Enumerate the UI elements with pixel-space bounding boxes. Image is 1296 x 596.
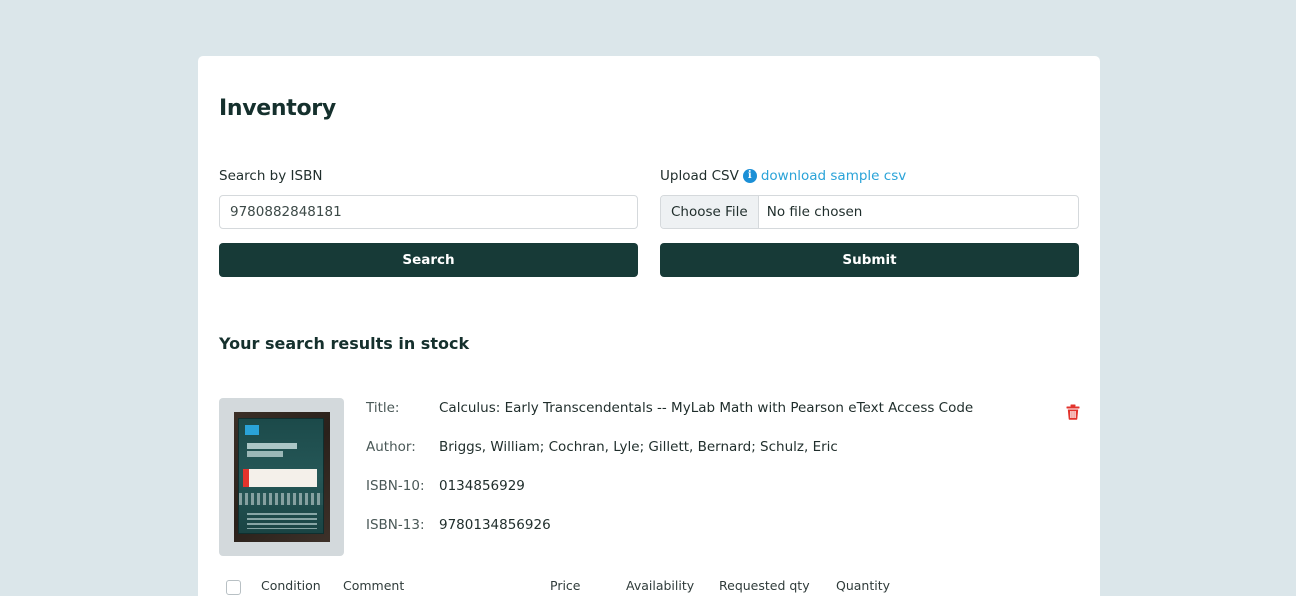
select-all-checkbox[interactable]	[226, 580, 241, 595]
choose-file-button[interactable]: Choose File	[661, 196, 759, 228]
trash-icon[interactable]	[1066, 404, 1080, 420]
col-quantity: Quantity	[836, 578, 891, 593]
upload-label: Upload CSV	[660, 168, 739, 184]
info-icon: i	[742, 169, 757, 183]
download-sample-csv-link[interactable]: download sample csv	[761, 168, 906, 184]
book-author: Briggs, William; Cochran, Lyle; Gillett,…	[439, 439, 838, 455]
isbn13-label: ISBN-13:	[366, 517, 425, 533]
search-button[interactable]: Search	[219, 243, 638, 277]
isbn-search-input[interactable]	[219, 195, 638, 229]
isbn10-label: ISBN-10:	[366, 478, 425, 494]
submit-button[interactable]: Submit	[660, 243, 1079, 277]
col-comment: Comment	[343, 578, 405, 593]
col-availability: Availability	[626, 578, 695, 593]
file-status-text: No file chosen	[766, 204, 863, 220]
title-label: Title:	[366, 400, 400, 416]
book-title: Calculus: Early Transcendentals -- MyLab…	[439, 400, 974, 416]
inventory-card: Inventory Search by ISBN Search Upload C…	[198, 56, 1100, 596]
upload-label-row: Upload CSV i download sample csv	[660, 168, 906, 184]
col-requested-qty: Requested qty	[719, 578, 810, 593]
col-price: Price	[550, 578, 581, 593]
col-condition: Condition	[261, 578, 321, 593]
book-cover-image	[219, 398, 344, 556]
page-title: Inventory	[219, 96, 336, 121]
book-isbn13: 9780134856926	[439, 517, 551, 533]
search-label: Search by ISBN	[219, 168, 323, 184]
results-heading: Your search results in stock	[219, 334, 470, 353]
csv-file-input[interactable]: Choose File No file chosen	[660, 195, 1079, 229]
book-isbn10: 0134856929	[439, 478, 525, 494]
author-label: Author:	[366, 439, 416, 455]
